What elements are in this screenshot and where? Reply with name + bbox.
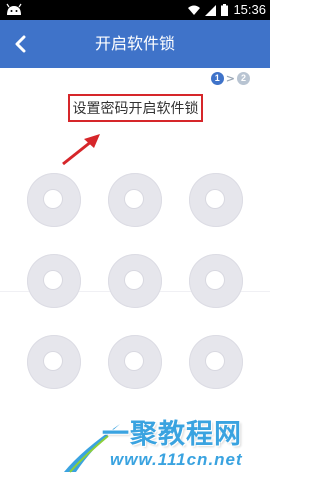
- chevron-left-icon: [15, 35, 26, 53]
- pattern-dot-6[interactable]: [189, 254, 243, 308]
- status-time: 15:36: [233, 2, 266, 17]
- instruction-text: 设置密码开启软件锁: [72, 101, 199, 117]
- watermark: 一聚教程网 www.111cn.net: [62, 412, 267, 478]
- pattern-dot-1[interactable]: [27, 173, 81, 227]
- title-bar: 开启软件锁: [0, 20, 270, 68]
- pattern-dot-4[interactable]: [27, 254, 81, 308]
- wifi-icon: [188, 5, 201, 15]
- status-bar: 15:36: [0, 0, 270, 20]
- watermark-url: www.111cn.net: [110, 450, 243, 469]
- step-next: 2: [237, 71, 250, 85]
- step-current: 1: [210, 71, 224, 85]
- pattern-lock-grid[interactable]: [0, 150, 270, 410]
- signal-icon: [205, 4, 217, 16]
- android-notification-icon: [6, 3, 22, 15]
- pattern-dot-5[interactable]: [108, 254, 162, 308]
- pattern-dot-7[interactable]: [27, 335, 81, 389]
- pattern-dot-8[interactable]: [108, 335, 162, 389]
- instruction-highlight-box: 设置密码开启软件锁: [68, 94, 203, 122]
- pattern-dot-2[interactable]: [108, 173, 162, 227]
- page-title: 开启软件锁: [94, 34, 175, 53]
- step-separator: >: [225, 71, 235, 85]
- battery-icon: [221, 4, 229, 16]
- watermark-name: 一聚教程网: [102, 419, 242, 450]
- pattern-dot-9[interactable]: [189, 335, 243, 389]
- step-indicator: 1 > 2: [210, 70, 250, 86]
- back-button[interactable]: [0, 20, 40, 68]
- pattern-dot-3[interactable]: [189, 173, 243, 227]
